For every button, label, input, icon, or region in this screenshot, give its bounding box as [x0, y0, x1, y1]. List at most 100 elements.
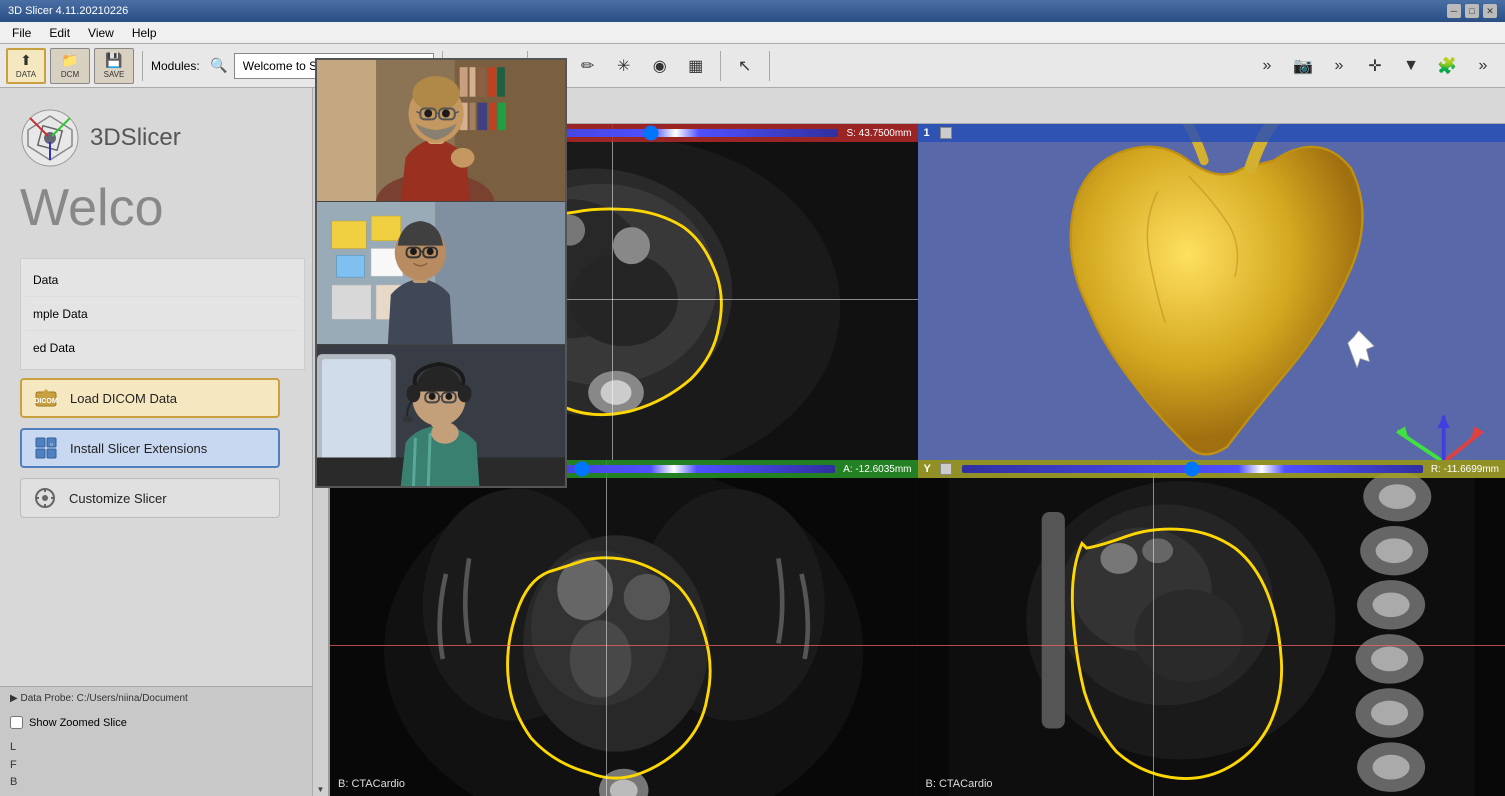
zoom-checkbox[interactable] [10, 716, 23, 729]
slicer-logo-icon [20, 108, 80, 168]
sep1 [142, 51, 143, 81]
list-item-data-label: Data [33, 273, 58, 287]
more3-button[interactable]: » [1467, 50, 1499, 82]
panel-slider-y[interactable] [962, 465, 1423, 473]
dicom-icon: DICOM [32, 384, 60, 412]
cursor-button[interactable]: ↖ [729, 50, 761, 82]
welcome-title: Welco [20, 178, 164, 238]
menu-edit[interactable]: Edit [41, 24, 78, 42]
grid-button[interactable]: ▦ [680, 50, 712, 82]
data-probe-label: Data Probe: [20, 693, 73, 704]
panel-header-top-right: 1 [918, 124, 1505, 142]
video-overlay [315, 58, 567, 488]
sphere-button[interactable]: ◉ [644, 50, 676, 82]
crosshair-h-bl [330, 645, 918, 646]
title-text: 3D Slicer 4.11.20210226 [8, 5, 1447, 17]
panel-bottom-left: G A: -12.6035mm [330, 460, 918, 796]
zoom-label: Show Zoomed Slice [29, 717, 127, 729]
panel-number-1: 1 [924, 127, 936, 139]
ct-sagittal-overlay [918, 460, 1505, 796]
load-dicom-label: Load DICOM Data [70, 391, 177, 406]
data-probe-path: C:/Users/niina/Document [77, 693, 188, 704]
logo-area: 3DSlicer [20, 108, 181, 168]
panel-label-br: B: CTACardio [926, 778, 993, 790]
menu-file[interactable]: File [4, 24, 39, 42]
ct-coronal-overlay [330, 460, 918, 796]
coord-b: B [10, 774, 318, 792]
left-panel: 3DSlicer Welco Data mple Data ed Data [0, 88, 330, 796]
svg-text:DICOM: DICOM [34, 398, 58, 405]
install-extensions-label: Install Slicer Extensions [70, 441, 207, 456]
menu-help[interactable]: Help [124, 24, 165, 42]
crosshair-h-br [918, 645, 1505, 646]
modules-label: Modules: [151, 59, 200, 73]
dcm-button[interactable]: 📁 DCM [50, 48, 90, 84]
panel-header-bottom-right: Y R: -11.6699mm [918, 460, 1505, 478]
person2-video [317, 202, 565, 343]
list-item-recent[interactable]: ed Data [25, 331, 300, 365]
video-cell-3 [317, 345, 565, 486]
panel-letter-y: Y [924, 463, 936, 475]
extensions-button[interactable]: 🧩 [1431, 50, 1463, 82]
list-item-recent-label: ed Data [33, 341, 75, 355]
menu-view[interactable]: View [80, 24, 122, 42]
coord-f: F [10, 757, 318, 775]
install-extensions-button[interactable]: Install Slicer Extensions [20, 428, 280, 468]
crosshair-v-bl [606, 460, 607, 796]
search-button[interactable]: 🔍 [208, 55, 230, 77]
load-dicom-button[interactable]: DICOM Load DICOM Data [20, 378, 280, 418]
person3-video [317, 345, 565, 486]
list-item-sample-label: mple Data [33, 307, 88, 321]
toolbar: ⬆ DATA 📁 DCM 💾 SAVE Modules: 🔍 Welcome t… [0, 44, 1505, 88]
more-button[interactable]: » [1251, 50, 1283, 82]
list-item-sample[interactable]: mple Data [25, 297, 300, 331]
customize-slicer-label: Customize Slicer [69, 491, 167, 506]
scroll-down[interactable]: ▼ [314, 782, 328, 796]
welcome-area: 3DSlicer Welco Data mple Data ed Data [0, 88, 328, 686]
dropdown-button[interactable]: ▼ [1395, 50, 1427, 82]
minimize-button[interactable]: ─ [1447, 4, 1461, 18]
coord-l: L [10, 739, 318, 757]
maximize-button[interactable]: □ [1465, 4, 1479, 18]
panel-square-1 [940, 127, 952, 139]
sep4 [720, 51, 721, 81]
save-button[interactable]: 💾 SAVE [94, 48, 134, 84]
panel-val-g: A: -12.6035mm [843, 464, 911, 475]
panel-label-bl: B: CTACardio [338, 778, 405, 790]
window-controls: ─ □ ✕ [1447, 4, 1497, 18]
ct-3d [918, 124, 1505, 460]
draw-button[interactable]: ✏ [572, 50, 604, 82]
main-content: 3DSlicer Welco Data mple Data ed Data [0, 88, 1505, 796]
crosshair-v-br [1153, 460, 1154, 796]
close-button[interactable]: ✕ [1483, 4, 1497, 18]
video-cell-2 [317, 202, 565, 344]
panel-top-right: 1 [918, 124, 1505, 460]
menu-bar: File Edit View Help [0, 22, 1505, 44]
video-cell-1 [317, 60, 565, 202]
welcome-list: Data mple Data ed Data [20, 258, 305, 370]
panel-val-y: R: -11.6699mm [1431, 464, 1499, 475]
app-name: 3DSlicer [90, 124, 181, 152]
toolbar-right: » 📷 » ✛ ▼ 🧩 » [1251, 50, 1499, 82]
data-icon: ⬆ [20, 52, 32, 69]
list-item-data[interactable]: Data [25, 263, 300, 297]
panel-val-r: S: 43.7500mm [846, 128, 911, 139]
more2-button[interactable]: » [1323, 50, 1355, 82]
save-icon: 💾 [105, 52, 122, 69]
panel-square-y [940, 463, 952, 475]
person1-video [317, 60, 565, 201]
screenshot-button[interactable]: 📷 [1287, 50, 1319, 82]
dcm-icon: 📁 [61, 52, 78, 69]
data-button[interactable]: ⬆ DATA [6, 48, 46, 84]
customize-icon [31, 484, 59, 512]
panel-bottom-right: Y R: -11.6699mm [918, 460, 1505, 796]
compass-button[interactable]: ✛ [1359, 50, 1391, 82]
extensions-icon [32, 434, 60, 462]
title-bar: 3D Slicer 4.11.20210226 ─ □ ✕ [0, 0, 1505, 22]
crosshair-v-tl [612, 124, 613, 460]
sep5 [769, 51, 770, 81]
data-probe: ▶ Data Probe: C:/Users/niina/Document [0, 686, 328, 710]
customize-slicer-button[interactable]: Customize Slicer [20, 478, 280, 518]
effect-button[interactable]: ✳ [608, 50, 640, 82]
data-probe-arrow: ▶ [10, 693, 20, 704]
